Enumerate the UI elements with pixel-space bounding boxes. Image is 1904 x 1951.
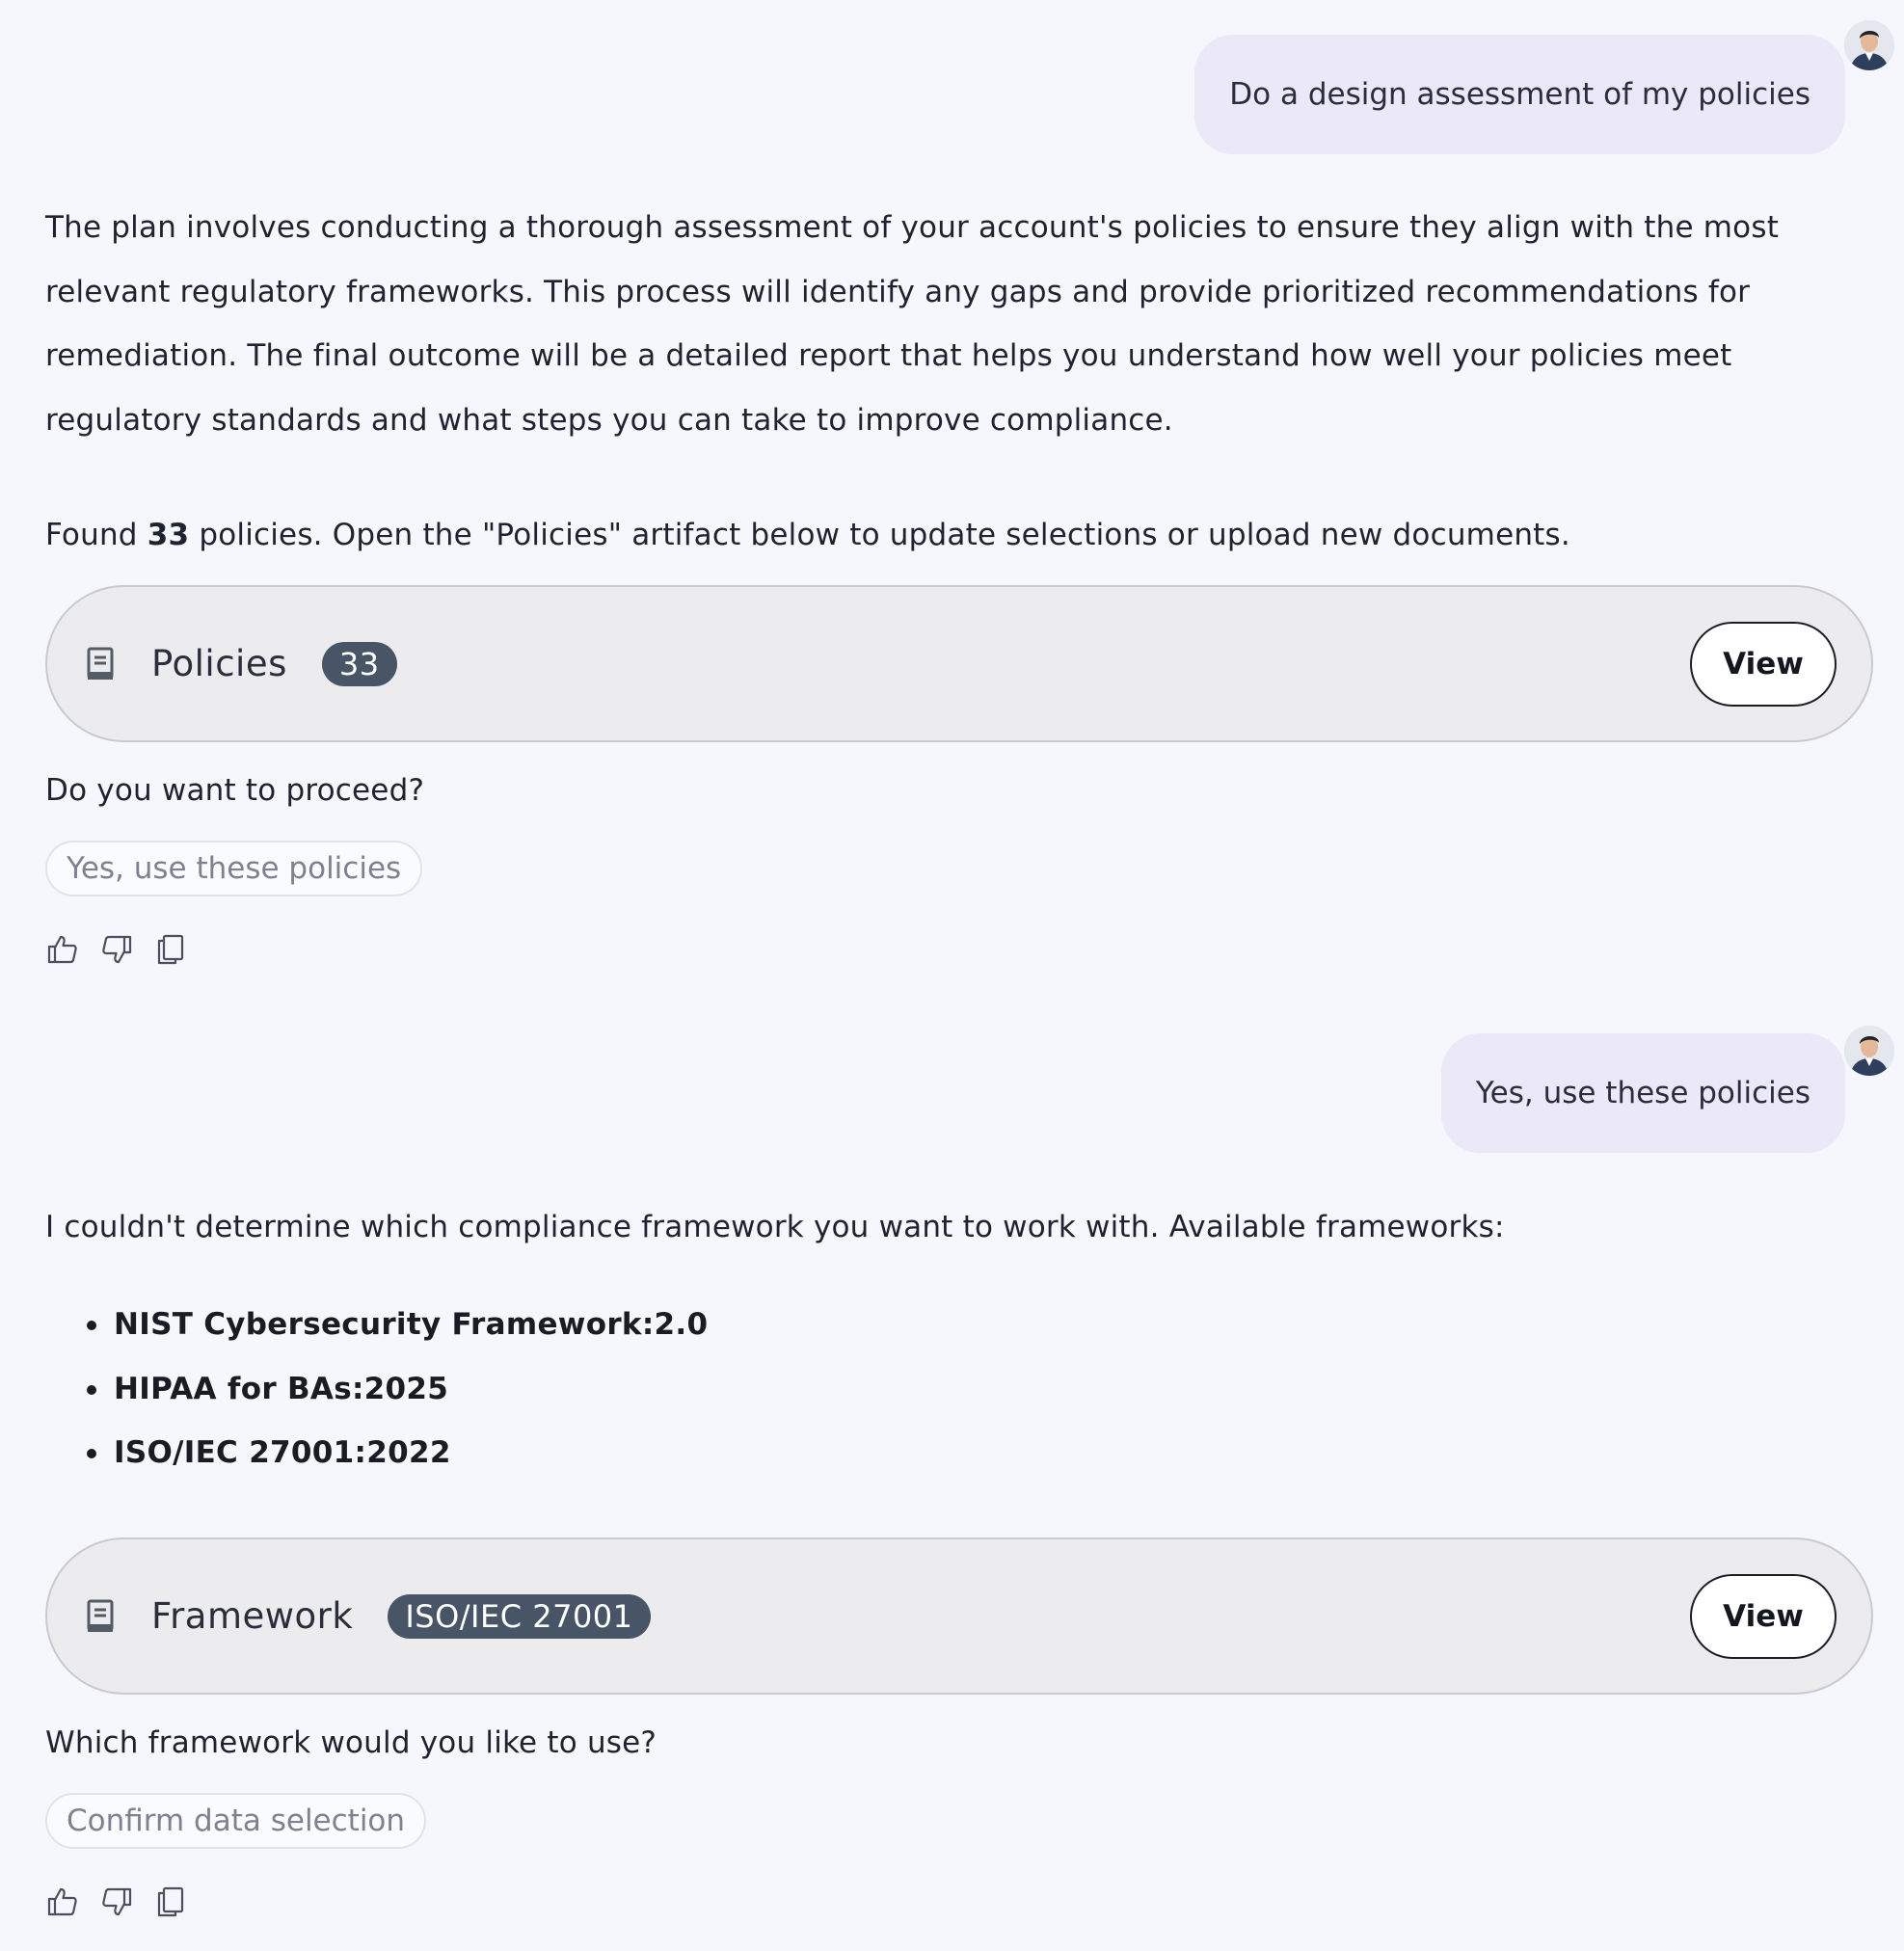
framework-artifact-card: Framework ISO/IEC 27001 View: [45, 1537, 1873, 1695]
list-item: HIPAA for BAs:2025: [45, 1357, 708, 1422]
assistant-framework-intro: I couldn't determine which compliance fr…: [45, 1210, 1505, 1244]
artifact-title: Framework: [151, 1595, 354, 1637]
suggestion-chip[interactable]: Confirm data selection: [45, 1793, 427, 1849]
user-avatar: [1844, 1026, 1894, 1076]
user-message-row: Do a design assessment of my policies: [0, 20, 1904, 154]
view-policies-button[interactable]: View: [1690, 621, 1837, 707]
thumbs-down-icon[interactable]: [99, 932, 134, 967]
copy-icon[interactable]: [153, 1884, 188, 1919]
copy-icon[interactable]: [153, 932, 188, 967]
found-suffix: policies. Open the "Policies" artifact b…: [189, 518, 1570, 552]
list-item: NIST Cybersecurity Framework:2.0: [45, 1293, 708, 1357]
message-actions: [45, 1884, 188, 1919]
count-badge: 33: [321, 641, 397, 686]
document-icon: [84, 645, 119, 683]
assistant-found-text: Found 33 policies. Open the "Policies" a…: [45, 503, 1877, 568]
list-item: ISO/IEC 27001:2022: [45, 1421, 708, 1485]
document-icon: [84, 1597, 119, 1636]
user-message-bubble: Yes, use these policies: [1440, 1033, 1845, 1153]
user-avatar: [1844, 20, 1894, 70]
framework-list: NIST Cybersecurity Framework:2.0 HIPAA f…: [45, 1293, 708, 1485]
assistant-question: Do you want to proceed?: [45, 773, 425, 808]
message-actions: [45, 932, 188, 967]
framework-badge: ISO/IEC 27001: [388, 1593, 651, 1639]
user-message-bubble: Do a design assessment of my policies: [1194, 35, 1845, 154]
found-prefix: Found: [45, 518, 147, 552]
assistant-plan-paragraph: The plan involves conducting a thorough …: [45, 210, 1780, 438]
suggestion-chip[interactable]: Yes, use these policies: [45, 841, 423, 896]
assistant-question: Which framework would you like to use?: [45, 1725, 657, 1760]
thumbs-up-icon[interactable]: [45, 932, 80, 967]
user-message-row: Yes, use these policies: [0, 1026, 1904, 1153]
view-framework-button[interactable]: View: [1690, 1573, 1837, 1659]
artifact-title: Policies: [151, 643, 287, 684]
thumbs-down-icon[interactable]: [99, 1884, 134, 1919]
policies-artifact-card: Policies 33 View: [45, 585, 1873, 742]
policy-count: 33: [147, 518, 190, 552]
thumbs-up-icon[interactable]: [45, 1884, 80, 1919]
